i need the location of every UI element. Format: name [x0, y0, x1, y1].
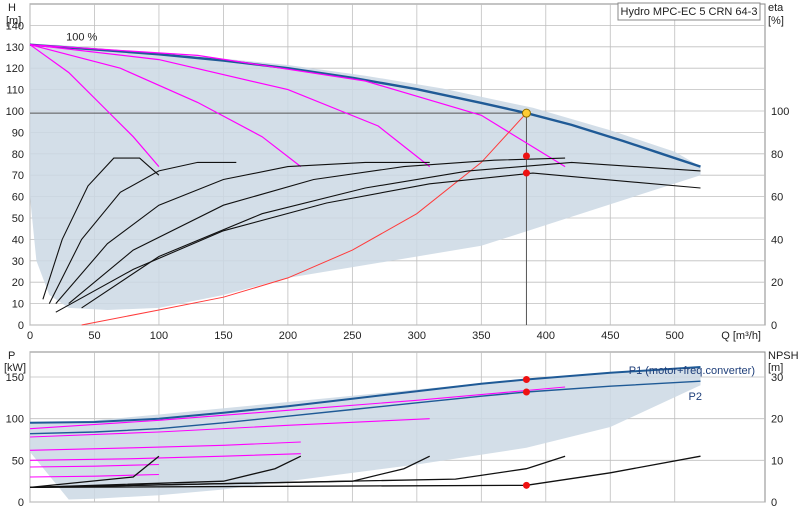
y-axis-unit-left: [kW] [4, 362, 26, 374]
y-tick-label-left: 100 [6, 106, 24, 118]
x-tick-label: 0 [27, 330, 33, 342]
y-tick-label-left: 50 [12, 455, 24, 467]
y-tick-label-left: 40 [12, 234, 24, 246]
y-tick-label-left: 60 [12, 192, 24, 204]
y-tick-label-right: 10 [771, 455, 783, 467]
y-axis-unit-right: [%] [768, 15, 784, 27]
annotation-100-percent: 100 % [66, 31, 97, 43]
chart-svg: 0 50 100 150 200 250 300 350 400 450 5000102030405… [4, 2, 799, 509]
y-axis-label-left: H [8, 2, 16, 14]
y-tick-label-right: 0 [771, 497, 777, 509]
y-tick-label-left: 10 [12, 299, 24, 311]
y-axis-unit-left: [m] [6, 15, 21, 27]
pump-performance-chart: 0 50 100 150 200 250 300 350 400 450 500 0 10 20 30 40 5… [0, 0, 800, 520]
efficiency-point [522, 169, 530, 177]
y-tick-label-right: 0 [771, 320, 777, 332]
y-tick-label-left: 30 [12, 256, 24, 268]
x-tick-label: 250 [343, 330, 361, 342]
y-tick-label-left: 120 [6, 63, 24, 75]
y-tick-label-left: 80 [12, 149, 24, 161]
y-tick-label-left: 70 [12, 170, 24, 182]
y-axis-label-right: eta [768, 2, 784, 14]
npsh-point [522, 481, 530, 489]
y-axis-label-left: P [8, 350, 15, 362]
y-tick-label-right: 20 [771, 414, 783, 426]
y-tick-label-left: 100 [6, 414, 24, 426]
x-tick-label: 50 [88, 330, 100, 342]
y-tick-label-left: 110 [6, 85, 24, 97]
y-tick-label-right: 80 [771, 149, 783, 161]
y-tick-label-left: 0 [18, 320, 24, 332]
efficiency-point [522, 152, 530, 160]
y-tick-label-right: 100 [771, 106, 789, 118]
p2-point [522, 388, 530, 396]
y-axis-unit-right: [m] [768, 362, 783, 374]
x-tick-label: 500 [666, 330, 684, 342]
legend-p1: P1 (motor+freq.converter) [629, 365, 755, 377]
y-tick-label-left: 0 [18, 497, 24, 509]
duty-point [521, 108, 531, 118]
x-tick-label: 200 [279, 330, 297, 342]
y-tick-label-right: 60 [771, 192, 783, 204]
y-tick-label-right: 40 [771, 234, 783, 246]
x-tick-label: 350 [472, 330, 490, 342]
x-tick-label: 150 [214, 330, 232, 342]
y-tick-label-left: 20 [12, 277, 24, 289]
y-tick-label-right: 20 [771, 277, 783, 289]
chart-title: Hydro MPC-EC 5 CRN 64-3 [621, 6, 758, 18]
legend-p2: P2 [689, 391, 702, 403]
p1-point [522, 376, 530, 383]
y-axis-label-right: NPSH [768, 350, 799, 362]
x-axis-label: Q [m³/h] [721, 330, 761, 342]
x-tick-label: 450 [601, 330, 619, 342]
y-tick-label-left: 130 [6, 42, 24, 54]
x-tick-label: 300 [408, 330, 426, 342]
y-tick-label-left: 50 [12, 213, 24, 225]
y-tick-label-left: 90 [12, 127, 24, 139]
x-tick-label: 400 [537, 330, 555, 342]
x-tick-label: 100 [150, 330, 168, 342]
